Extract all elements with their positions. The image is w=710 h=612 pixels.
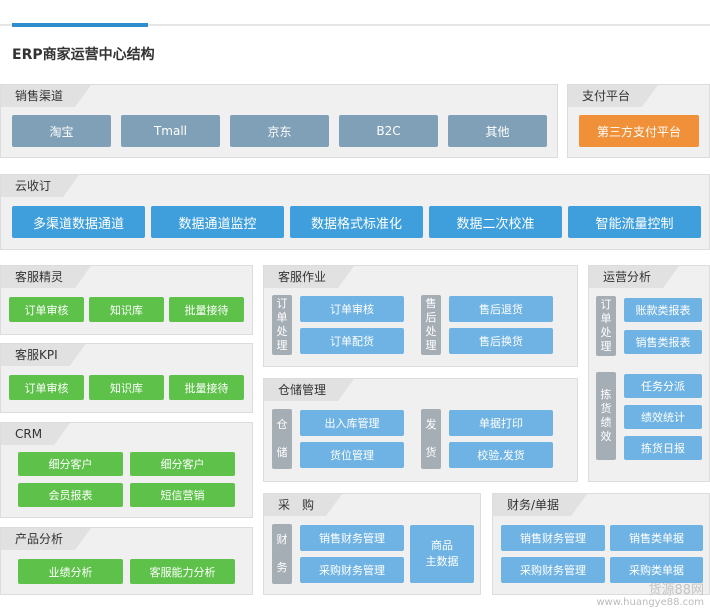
after-sale-return-button[interactable]: 售后退货 bbox=[449, 296, 553, 322]
cs-ops-panel: 客服作业 订 单 处 理 订单审核 订单配货 售 后 处 理 售后退货 售后换货 bbox=[263, 265, 578, 367]
cloud-order-label: 云收订 bbox=[1, 175, 79, 197]
cs-kpi-panel: 客服KPI 订单审核 知识库 批量接待 bbox=[0, 343, 253, 413]
cs-ops-order-allocate-button[interactable]: 订单配货 bbox=[300, 328, 404, 354]
crm-label: CRM bbox=[1, 423, 70, 445]
performance-analysis-button[interactable]: 业绩分析 bbox=[18, 559, 123, 584]
ops-analysis-label: 运营分析 bbox=[589, 266, 679, 288]
cs-ops-label: 客服作业 bbox=[264, 266, 354, 288]
ops-order-label: 订 单 处 理 bbox=[596, 296, 616, 356]
header-accent-bar bbox=[12, 23, 148, 27]
warehouse-panel: 仓储管理 仓 储 出入库管理 货位管理 发 货 单据打印 校验,发货 bbox=[263, 378, 578, 482]
cs-kpi-batch-reception-button[interactable]: 批量接待 bbox=[169, 375, 244, 400]
watermark: 货源88网 www.huangye88.com bbox=[596, 583, 704, 609]
purchase-finance-label: 财 务 bbox=[272, 524, 292, 584]
sales-documents-button[interactable]: 销售类单据 bbox=[610, 525, 703, 551]
page-title: ERP商家运营中心结构 bbox=[12, 47, 155, 63]
product-master-data-button[interactable]: 商品 主数据 bbox=[410, 525, 474, 583]
crm-segment-button-2[interactable]: 细分客户 bbox=[130, 452, 235, 476]
inbound-outbound-button[interactable]: 出入库管理 bbox=[300, 410, 404, 436]
task-dispatch-button[interactable]: 任务分派 bbox=[624, 374, 702, 398]
cs-capability-button[interactable]: 客服能力分析 bbox=[130, 559, 235, 584]
cs-elf-label: 客服精灵 bbox=[1, 266, 91, 288]
crm-panel: CRM 细分客户 细分客户 会员报表 短信营销 bbox=[0, 422, 253, 518]
traffic-control-button[interactable]: 智能流量控制 bbox=[568, 206, 701, 238]
cloud-order-panel: 云收订 多渠道数据通道 数据通道监控 数据格式标准化 数据二次校准 智能流量控制 bbox=[0, 174, 710, 250]
cs-elf-batch-reception-button[interactable]: 批量接待 bbox=[169, 297, 244, 322]
product-analysis-label: 产品分析 bbox=[1, 528, 91, 550]
multichannel-data-button[interactable]: 多渠道数据通道 bbox=[12, 206, 145, 238]
after-sale-exchange-button[interactable]: 售后换货 bbox=[449, 328, 553, 354]
cs-elf-knowledge-button[interactable]: 知识库 bbox=[89, 297, 164, 322]
channel-taobao-button[interactable]: 淘宝 bbox=[12, 115, 111, 147]
cs-kpi-label: 客服KPI bbox=[1, 344, 86, 366]
verify-ship-button[interactable]: 校验,发货 bbox=[449, 442, 553, 468]
ops-analysis-panel: 运营分析 订 单 处 理 账款类报表 销售类报表 拣 货 绩 效 任务分派 绩效… bbox=[588, 265, 710, 482]
watermark-line2: www.huangye88.com bbox=[596, 597, 704, 608]
cs-kpi-order-review-button[interactable]: 订单审核 bbox=[9, 375, 84, 400]
warehouse-ship-label: 发 货 bbox=[421, 409, 441, 469]
location-management-button[interactable]: 货位管理 bbox=[300, 442, 404, 468]
warehouse-label: 仓储管理 bbox=[264, 379, 354, 401]
cs-elf-panel: 客服精灵 订单审核 知识库 批量接待 bbox=[0, 265, 253, 335]
finance-label: 财务/单据 bbox=[493, 494, 587, 516]
payment-panel: 支付平台 第三方支付平台 bbox=[567, 84, 710, 158]
payment-label: 支付平台 bbox=[568, 85, 658, 107]
document-print-button[interactable]: 单据打印 bbox=[449, 410, 553, 436]
picking-daily-button[interactable]: 拣货日报 bbox=[624, 436, 702, 460]
cs-ops-after-label: 售 后 处 理 bbox=[421, 295, 441, 355]
sales-report-button[interactable]: 销售类报表 bbox=[624, 330, 702, 354]
watermark-line1: 货源88网 bbox=[648, 583, 704, 598]
finance-panel: 财务/单据 销售财务管理 销售类单据 采购财务管理 采购类单据 bbox=[492, 493, 710, 595]
cs-ops-order-label: 订 单 处 理 bbox=[272, 295, 292, 355]
channel-tmall-button[interactable]: Tmall bbox=[121, 115, 220, 147]
crm-sms-marketing-button[interactable]: 短信营销 bbox=[130, 483, 235, 507]
purchase-panel: 采 购 财 务 销售财务管理 采购财务管理 商品 主数据 bbox=[263, 493, 481, 595]
sales-channels-panel: 销售渠道 淘宝 Tmall 京东 B2C 其他 bbox=[0, 84, 558, 158]
ops-pick-label: 拣 货 绩 效 bbox=[596, 372, 616, 460]
purchase-documents-button[interactable]: 采购类单据 bbox=[610, 557, 703, 583]
finance-sales-finance-button[interactable]: 销售财务管理 bbox=[501, 525, 605, 551]
channel-b2c-button[interactable]: B2C bbox=[339, 115, 438, 147]
accounts-report-button[interactable]: 账款类报表 bbox=[624, 298, 702, 322]
cs-ops-order-review-button[interactable]: 订单审核 bbox=[300, 296, 404, 322]
performance-stats-button[interactable]: 绩效统计 bbox=[624, 405, 702, 429]
cs-kpi-knowledge-button[interactable]: 知识库 bbox=[89, 375, 164, 400]
purchase-sales-finance-button[interactable]: 销售财务管理 bbox=[300, 525, 404, 551]
third-party-payment-button[interactable]: 第三方支付平台 bbox=[579, 115, 699, 147]
cs-elf-order-review-button[interactable]: 订单审核 bbox=[9, 297, 84, 322]
warehouse-store-label: 仓 储 bbox=[272, 409, 292, 469]
crm-segment-button-1[interactable]: 细分客户 bbox=[18, 452, 123, 476]
purchase-label: 采 购 bbox=[264, 494, 342, 516]
purchase-purchase-finance-button[interactable]: 采购财务管理 bbox=[300, 557, 404, 583]
sales-channels-label: 销售渠道 bbox=[1, 85, 91, 107]
channel-other-button[interactable]: 其他 bbox=[448, 115, 547, 147]
product-analysis-panel: 产品分析 业绩分析 客服能力分析 bbox=[0, 527, 253, 595]
crm-member-report-button[interactable]: 会员报表 bbox=[18, 483, 123, 507]
data-recalibrate-button[interactable]: 数据二次校准 bbox=[429, 206, 562, 238]
channel-monitor-button[interactable]: 数据通道监控 bbox=[151, 206, 284, 238]
format-standardize-button[interactable]: 数据格式标准化 bbox=[290, 206, 423, 238]
finance-purchase-finance-button[interactable]: 采购财务管理 bbox=[501, 557, 605, 583]
channel-jd-button[interactable]: 京东 bbox=[230, 115, 329, 147]
